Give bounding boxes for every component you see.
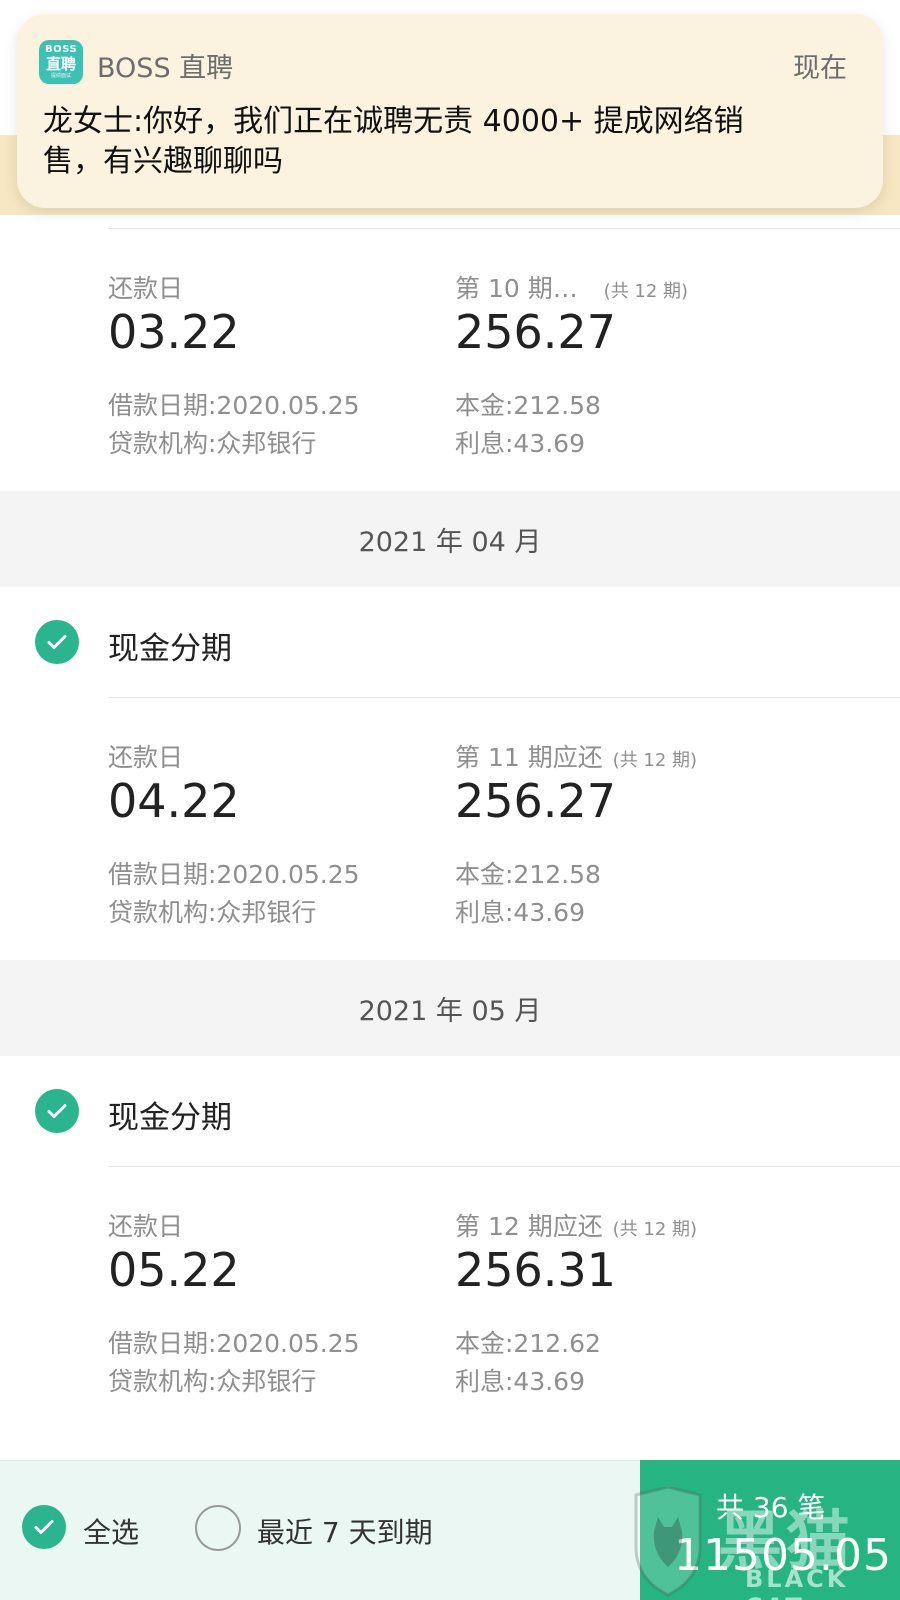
repay-day-label: 还款日 [108,1212,184,1241]
interest: 利息:43.69 [455,429,585,458]
period-label: 第 11 期应还 (共 12 期) [455,738,697,774]
interest: 利息:43.69 [455,1367,585,1396]
app-icon-text-1: BOSS [44,44,78,55]
repay-date: 05.22 [108,1243,240,1297]
loan-date: 借款日期:2020.05.25 [108,860,360,889]
month-header: 2021 年 05 月 [0,960,900,1056]
installment-card-1[interactable]: 还款日 第 10 期… (共 12 期) 03.22 256.27 借款日期:2… [0,229,900,491]
installment-card-2[interactable]: 还款日 第 11 期应还 (共 12 期) 04.22 256.27 借款日期:… [0,698,900,960]
total-periods: (共 12 期) [612,1219,698,1240]
select-all-checkbox[interactable] [22,1505,66,1549]
loan-date: 借款日期:2020.05.25 [108,391,360,420]
repay-day-label: 还款日 [108,743,184,772]
black-cat-logo-icon [634,1487,702,1597]
total-periods: (共 12 期) [612,750,698,771]
select-all-label[interactable]: 全选 [83,1511,139,1551]
total-periods: (共 12 期) [603,281,689,302]
watermark-subtext: BLACK CAT [745,1565,849,1600]
institution: 贷款机构:众邦银行 [108,429,317,458]
app-icon-text-2: 直聘 [45,55,76,73]
boss-app-icon: BOSS 直聘 提绩面试 [39,40,83,84]
interest: 利息:43.69 [455,898,585,927]
notification-app-name: BOSS 直聘 [97,53,234,84]
period-text: 第 12 期应还 [455,1212,603,1241]
period-text: 第 11 期应还 [455,743,603,772]
notification-message: 龙女士:你好，我们正在诚聘无责 4000+ 提成网络销售，有兴趣聊聊吗 [43,104,744,179]
principal: 本金:212.58 [455,391,601,420]
principal: 本金:212.62 [455,1329,601,1358]
repay-amount: 256.27 [455,774,616,828]
app-icon-text-3: 提绩面试 [50,73,71,79]
category-row[interactable]: 现金分期 [0,1056,900,1166]
institution: 贷款机构:众邦银行 [108,898,317,927]
repay-day-label: 还款日 [108,274,184,303]
recent-7-days-label[interactable]: 最近 7 天到期 [257,1511,433,1551]
push-notification[interactable]: BOSS 直聘 提绩面试 BOSS 直聘 现在 龙女士:你好，我们正在诚聘无责 … [17,14,883,208]
notification-time: 现在 [793,53,847,84]
recent-7-days-radio[interactable] [195,1505,241,1551]
checked-icon[interactable] [35,620,79,664]
repay-date: 04.22 [108,774,240,828]
loan-date: 借款日期:2020.05.25 [108,1329,360,1358]
period-label: 第 10 期… (共 12 期) [455,269,688,305]
repay-amount: 256.27 [455,305,616,359]
institution: 贷款机构:众邦银行 [108,1367,317,1396]
repay-amount: 256.31 [455,1243,616,1297]
period-text: 第 10 期… [455,274,578,303]
month-header: 2021 年 04 月 [0,491,900,587]
checked-icon[interactable] [35,1089,79,1133]
category-title: 现金分期 [108,1100,232,1136]
category-row[interactable]: 现金分期 [0,587,900,697]
installment-card-3[interactable]: 还款日 第 12 期应还 (共 12 期) 05.22 256.31 借款日期:… [0,1167,900,1429]
category-title: 现金分期 [108,631,232,667]
page: BOSS 直聘 提绩面试 BOSS 直聘 现在 龙女士:你好，我们正在诚聘无责 … [0,0,900,1600]
principal: 本金:212.58 [455,860,601,889]
period-label: 第 12 期应还 (共 12 期) [455,1207,697,1243]
repay-date: 03.22 [108,305,240,359]
